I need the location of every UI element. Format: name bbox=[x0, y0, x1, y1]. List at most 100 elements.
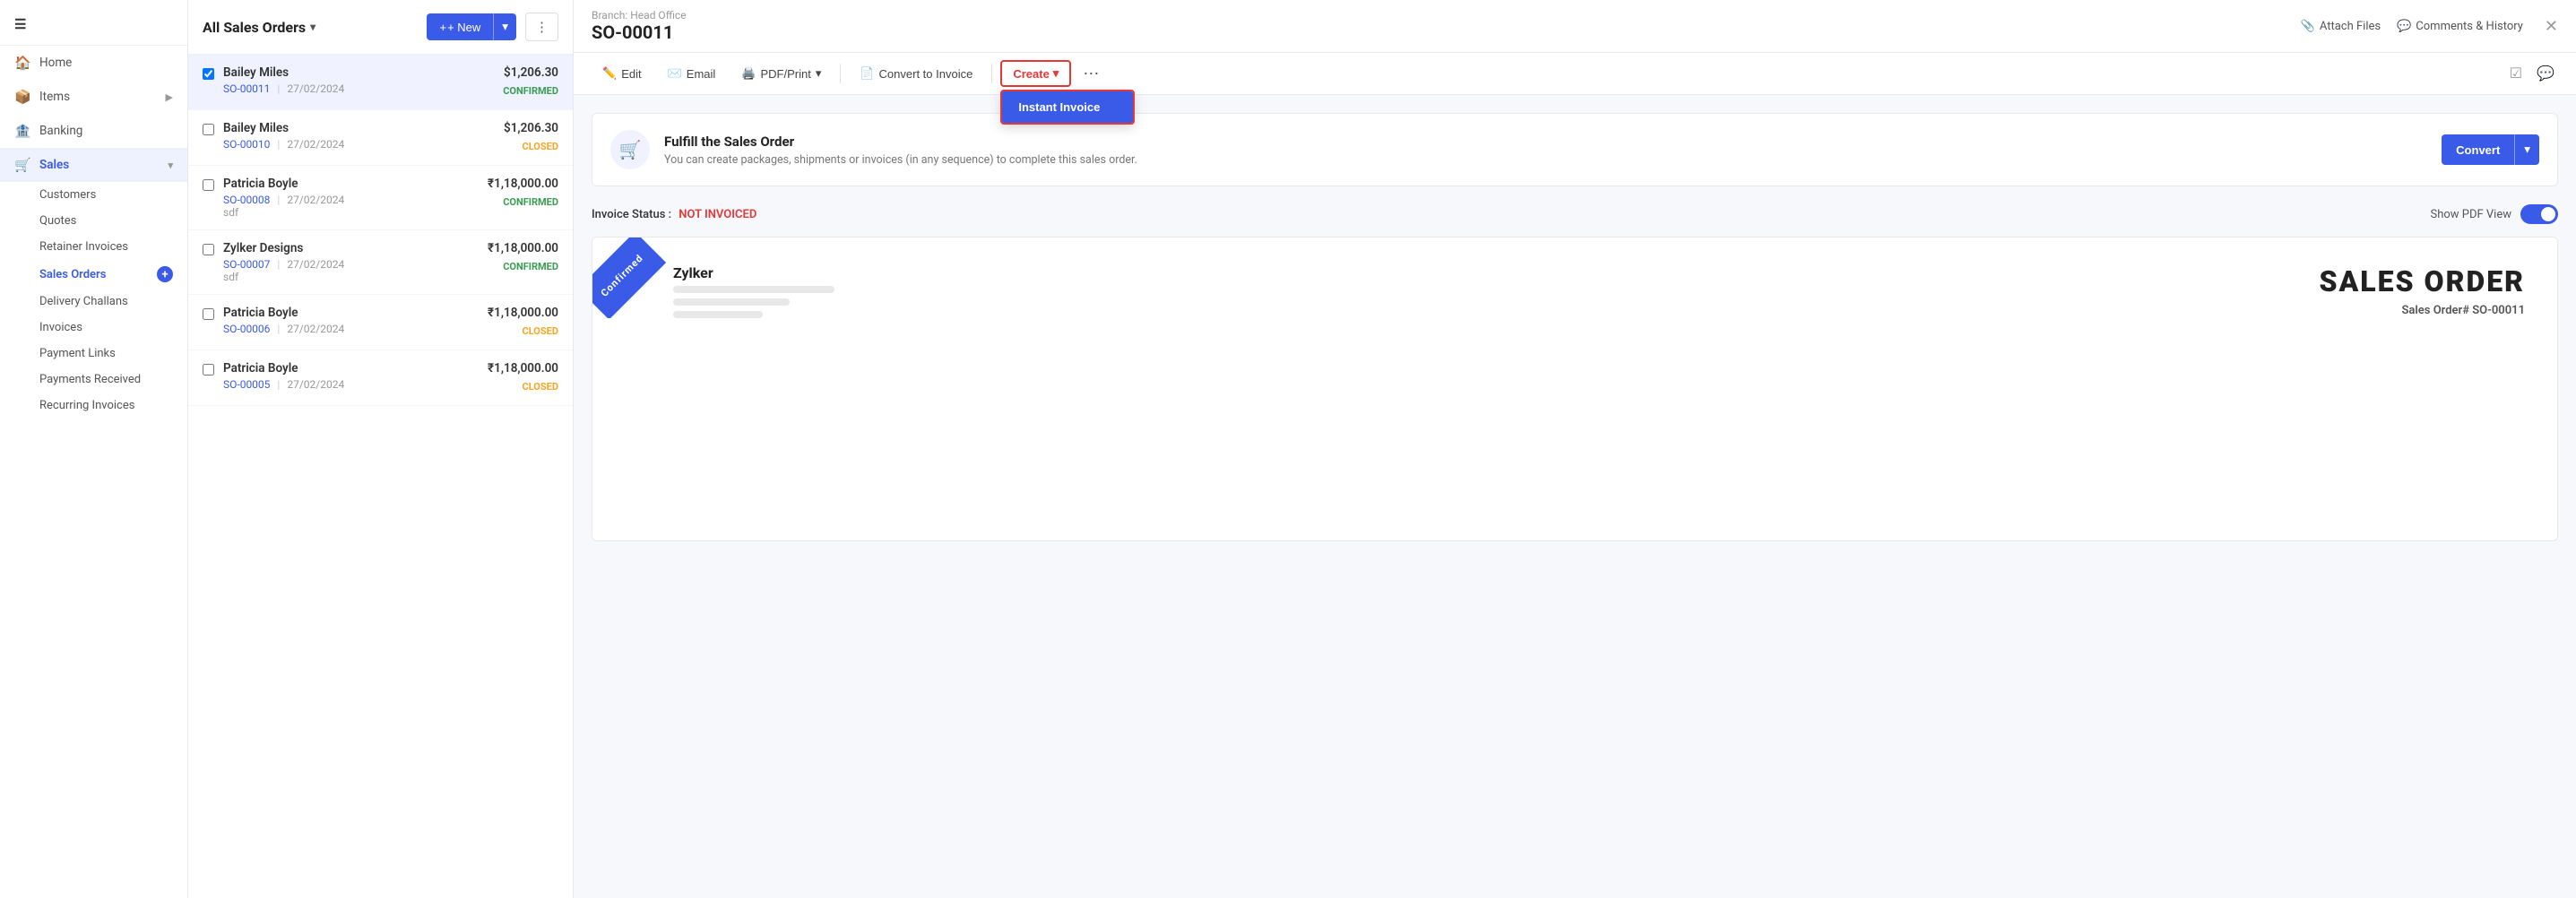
so-number-title: SO-00011 bbox=[592, 22, 687, 43]
new-button[interactable]: + + New bbox=[427, 13, 493, 40]
order-date-6: 27/02/2024 bbox=[287, 378, 344, 391]
show-pdf-view-label: Show PDF View bbox=[2430, 208, 2511, 221]
comments-history-label: Comments & History bbox=[2416, 20, 2523, 33]
order-info-1: Bailey Miles SO-00011 | 27/02/2024 bbox=[223, 65, 494, 95]
sidebar-item-retainer-invoices[interactable]: Retainer Invoices bbox=[39, 234, 187, 260]
attach-files-label: Attach Files bbox=[2320, 20, 2381, 33]
order-meta-6: SO-00005 | 27/02/2024 bbox=[223, 378, 479, 391]
order-info-3: Patricia Boyle SO-00008 | 27/02/2024 sdf bbox=[223, 177, 479, 219]
order-item-6[interactable]: Patricia Boyle SO-00005 | 27/02/2024 ₹1,… bbox=[188, 350, 573, 406]
add-sales-order-badge[interactable]: + bbox=[157, 266, 173, 282]
order-status-2: CLOSED bbox=[504, 139, 558, 154]
sidebar-item-payments-received[interactable]: Payments Received bbox=[39, 367, 187, 393]
pdf-preview: Confirmed Zylker SALES ORDER Sales Order… bbox=[592, 237, 2558, 541]
show-pdf-toggle[interactable] bbox=[2520, 204, 2558, 224]
order-checkbox-1[interactable] bbox=[203, 68, 214, 80]
sidebar-item-quotes[interactable]: Quotes bbox=[39, 208, 187, 234]
order-link-6[interactable]: SO-00005 bbox=[223, 378, 270, 391]
sales-icon: 🛒 bbox=[14, 157, 30, 173]
edit-button[interactable]: ✏️ Edit bbox=[592, 61, 653, 86]
toolbar-right: ☑ 💬 bbox=[2506, 61, 2558, 86]
pdf-top-row: Zylker SALES ORDER Sales Order# SO-00011 bbox=[673, 264, 2525, 318]
detail-toolbar: ✏️ Edit ✉️ Email 🖨️ PDF/Print ▾ 📄 Conver… bbox=[574, 53, 2576, 95]
pdf-address-line-3 bbox=[673, 311, 763, 318]
pdf-so-number: Sales Order# SO-00011 bbox=[2319, 304, 2525, 317]
sidebar-sub-menu: Customers Quotes Retainer Invoices Sales… bbox=[0, 182, 187, 419]
items-icon: 📦 bbox=[14, 89, 30, 105]
banking-icon: 🏦 bbox=[14, 123, 30, 139]
invoice-status-value: NOT INVOICED bbox=[679, 208, 756, 221]
home-icon: 🏠 bbox=[14, 55, 30, 71]
sidebar-item-items[interactable]: 📦 Items ▶ bbox=[0, 80, 187, 114]
orders-list: Bailey Miles SO-00011 | 27/02/2024 $1,20… bbox=[188, 55, 573, 898]
order-checkbox-6[interactable] bbox=[203, 364, 214, 376]
order-amount-2: $1,206.30 CLOSED bbox=[504, 121, 558, 154]
order-status-4: CONFIRMED bbox=[488, 259, 558, 274]
list-title-text: All Sales Orders bbox=[203, 19, 306, 36]
order-link-2[interactable]: SO-00010 bbox=[223, 138, 270, 151]
order-price-3: ₹1,18,000.00 bbox=[488, 177, 558, 191]
order-link-5[interactable]: SO-00006 bbox=[223, 323, 270, 335]
comments-history-button[interactable]: 💬 Comments & History bbox=[2397, 20, 2523, 33]
pdf-company-block: Zylker bbox=[673, 264, 834, 318]
sidebar-item-delivery-challans[interactable]: Delivery Challans bbox=[39, 289, 187, 315]
order-meta-2: SO-00010 | 27/02/2024 bbox=[223, 138, 495, 151]
convert-dropdown-button[interactable]: ▾ bbox=[2514, 134, 2539, 165]
fulfill-banner: 🛒 Fulfill the Sales Order You can create… bbox=[592, 113, 2558, 186]
sidebar-item-invoices[interactable]: Invoices bbox=[39, 315, 187, 341]
create-label: Create bbox=[1013, 67, 1049, 81]
convert-main-button[interactable]: Convert bbox=[2442, 134, 2514, 165]
message-icon-button[interactable]: 💬 bbox=[2533, 61, 2558, 86]
instant-invoice-button[interactable]: Instant Invoice bbox=[1002, 91, 1133, 123]
sidebar-item-sales[interactable]: 🛒 Sales ▾ bbox=[0, 148, 187, 182]
new-dropdown-button[interactable]: ▾ bbox=[493, 13, 516, 40]
sidebar: ☰ 🏠 Home 📦 Items ▶ 🏦 Banking 🛒 Sales ▾ C… bbox=[0, 0, 188, 898]
list-panel: All Sales Orders ▾ + + New ▾ ⋮ Bailey Mi… bbox=[188, 0, 574, 898]
convert-button-group: Convert ▾ bbox=[2442, 134, 2539, 165]
detail-topbar: Branch: Head Office SO-00011 📎 Attach Fi… bbox=[574, 0, 2576, 53]
sidebar-item-customers[interactable]: Customers bbox=[39, 182, 187, 208]
close-button[interactable]: ✕ bbox=[2539, 17, 2558, 36]
create-button[interactable]: Create ▾ bbox=[1000, 60, 1071, 87]
order-status-6: CLOSED bbox=[488, 379, 558, 394]
sidebar-item-payment-links[interactable]: Payment Links bbox=[39, 341, 187, 367]
convert-to-invoice-button[interactable]: 📄 Convert to Invoice bbox=[849, 61, 983, 86]
order-date-3: 27/02/2024 bbox=[287, 194, 344, 206]
list-more-button[interactable]: ⋮ bbox=[525, 13, 558, 41]
pdf-print-button[interactable]: 🖨️ PDF/Print ▾ bbox=[730, 61, 832, 86]
order-date-4: 27/02/2024 bbox=[287, 258, 344, 271]
sidebar-item-sales-label: Sales bbox=[39, 158, 69, 172]
order-info-4: Zylker Designs SO-00007 | 27/02/2024 sdf bbox=[223, 241, 479, 283]
order-amount-3: ₹1,18,000.00 CONFIRMED bbox=[488, 177, 558, 210]
sidebar-item-sales-orders[interactable]: Sales Orders + bbox=[39, 260, 187, 289]
order-item-3[interactable]: Patricia Boyle SO-00008 | 27/02/2024 sdf… bbox=[188, 166, 573, 230]
edit-label: Edit bbox=[621, 67, 641, 81]
order-amount-4: ₹1,18,000.00 CONFIRMED bbox=[488, 241, 558, 274]
order-link-4[interactable]: SO-00007 bbox=[223, 258, 270, 271]
order-checkbox-3[interactable] bbox=[203, 179, 214, 191]
list-title[interactable]: All Sales Orders ▾ bbox=[203, 19, 418, 36]
order-checkbox-4[interactable] bbox=[203, 244, 214, 255]
new-button-label: + New bbox=[447, 21, 480, 34]
sidebar-item-recurring-invoices[interactable]: Recurring Invoices bbox=[39, 393, 187, 419]
email-button[interactable]: ✉️ Email bbox=[657, 61, 727, 86]
order-item-4[interactable]: Zylker Designs SO-00007 | 27/02/2024 sdf… bbox=[188, 230, 573, 295]
toolbar-divider-2 bbox=[991, 64, 992, 83]
toolbar-more-button[interactable]: ⋯ bbox=[1076, 61, 1106, 87]
checkmark-icon-button[interactable]: ☑ bbox=[2506, 61, 2526, 86]
order-link-3[interactable]: SO-00008 bbox=[223, 194, 270, 206]
order-link-1[interactable]: SO-00011 bbox=[223, 82, 270, 95]
order-checkbox-2[interactable] bbox=[203, 124, 214, 135]
order-sub-3: sdf bbox=[223, 206, 479, 219]
order-item-5[interactable]: Patricia Boyle SO-00006 | 27/02/2024 ₹1,… bbox=[188, 295, 573, 350]
attach-files-button[interactable]: 📎 Attach Files bbox=[2301, 20, 2381, 33]
sidebar-item-home[interactable]: 🏠 Home bbox=[0, 46, 187, 80]
sidebar-item-banking[interactable]: 🏦 Banking bbox=[0, 114, 187, 148]
convert-icon: 📄 bbox=[860, 66, 874, 81]
hamburger-icon[interactable]: ☰ bbox=[14, 16, 26, 32]
order-item-2[interactable]: Bailey Miles SO-00010 | 27/02/2024 $1,20… bbox=[188, 110, 573, 166]
order-item-1[interactable]: Bailey Miles SO-00011 | 27/02/2024 $1,20… bbox=[188, 55, 573, 110]
order-checkbox-5[interactable] bbox=[203, 308, 214, 320]
fulfill-cart-icon: 🛒 bbox=[610, 130, 650, 169]
detail-topbar-actions: 📎 Attach Files 💬 Comments & History ✕ bbox=[2301, 17, 2558, 36]
